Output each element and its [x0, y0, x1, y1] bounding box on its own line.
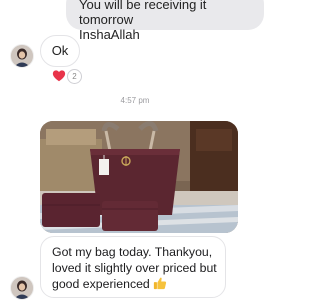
heart-icon	[52, 70, 66, 82]
message-text: Ok	[51, 43, 69, 58]
message-text: good experienced	[52, 277, 150, 291]
avatar[interactable]	[10, 44, 34, 68]
message-text-line: You will be receiving it tomorrow	[79, 0, 207, 27]
message-text-line: good experienced	[52, 276, 217, 295]
message-text-line: loved it slightly over priced but	[52, 260, 217, 275]
incoming-message-bubble[interactable]: Got my bag today. Thankyou, loved it sli…	[40, 236, 226, 298]
profile-photo	[11, 277, 33, 299]
incoming-message-bubble[interactable]: Ok	[40, 35, 80, 67]
reaction-count-badge: 2	[67, 69, 82, 84]
timestamp: 4:57 pm	[120, 96, 150, 105]
bag-photo	[40, 121, 238, 233]
avatar[interactable]	[10, 276, 34, 300]
outgoing-message-bubble[interactable]: You will be receiving it tomorrow InshaA…	[66, 0, 264, 42]
message-text-line: Got my bag today. Thankyou,	[52, 245, 213, 259]
profile-photo	[11, 45, 33, 67]
message-text-line: InshaAllah	[79, 27, 140, 42]
thumbs-up-icon	[153, 276, 167, 295]
photo-message[interactable]	[40, 121, 238, 233]
